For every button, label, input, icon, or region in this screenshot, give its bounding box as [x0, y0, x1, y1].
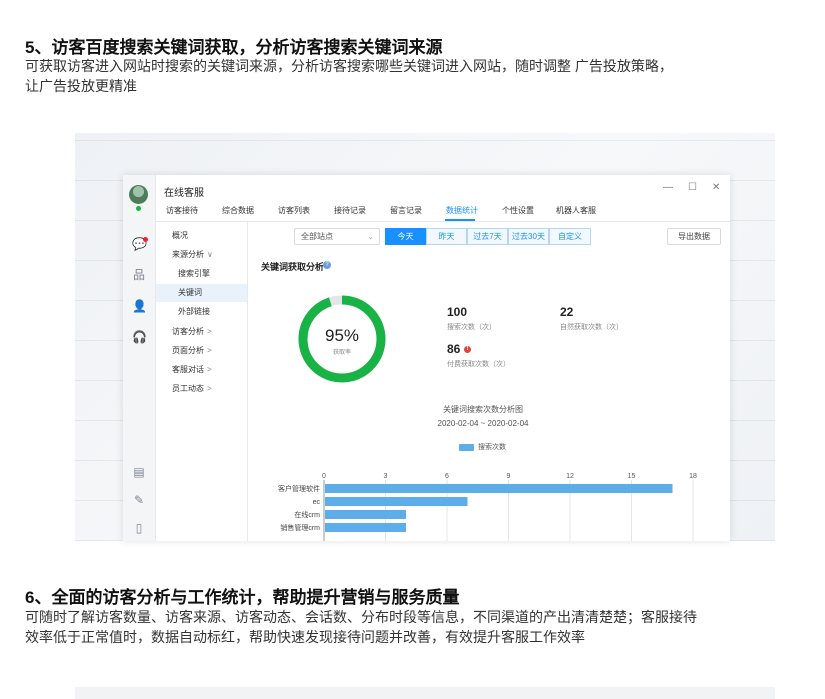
- file-icon[interactable]: ▯: [132, 521, 146, 535]
- subnav-item-page-analysis[interactable]: 页面分析 >: [156, 342, 247, 360]
- section-6-line-2: 效率低于正常值时，数据自动标红，帮助快速发现接待问题并改善，有效提升客服工作效率: [25, 629, 585, 645]
- x-tick-label: 15: [628, 473, 636, 480]
- subnav-item-external-links[interactable]: 外部链接: [156, 303, 247, 321]
- stat-organic-count: 22: [560, 305, 574, 319]
- bar: [325, 523, 406, 532]
- chevron-down-icon: ∨: [207, 250, 213, 259]
- tab-message-records[interactable]: 留言记录: [390, 205, 422, 216]
- y-tick-label: 客户管理软件: [278, 484, 320, 493]
- bar: [325, 484, 673, 493]
- rate-percent: 95%: [324, 326, 360, 345]
- legend-swatch: [459, 444, 474, 451]
- app-window: 💬 品 👤 🎧 ▤ ✎ ▯ 在线客服 — ☐ ✕ 访客接待 综合数据 访客列表 …: [123, 175, 730, 541]
- next-screenshot-edge: [75, 687, 775, 699]
- x-tick-label: 3: [384, 473, 388, 480]
- y-tick-label: ec: [313, 499, 321, 506]
- subnav-item-staff-activity[interactable]: 员工动态 >: [156, 380, 247, 398]
- rate-label: 获取率: [332, 350, 351, 356]
- chevron-right-icon: >: [207, 327, 212, 336]
- tab-reception-records[interactable]: 接待记录: [334, 205, 366, 216]
- y-tick-label: 销售管理crm: [280, 523, 320, 532]
- chevron-right-icon: >: [207, 346, 212, 355]
- range-today-button[interactable]: 今天: [385, 228, 426, 245]
- edit-icon[interactable]: ✎: [132, 493, 146, 507]
- tab-statistics[interactable]: 数据统计: [446, 205, 478, 216]
- section-5-line-2: 让广告投放更精准: [25, 78, 137, 94]
- chevron-right-icon: >: [207, 365, 212, 374]
- section-6-description: 可随时了解访客数量、访客来源、访客动态、会话数、分布时段等信息，不同渠道的产出清…: [25, 607, 805, 647]
- tab-visitor-list[interactable]: 访客列表: [278, 205, 310, 216]
- x-tick-label: 0: [322, 473, 326, 480]
- export-data-button[interactable]: 导出数据: [667, 228, 721, 245]
- online-status-dot: [136, 206, 141, 211]
- tab-visitor-reception[interactable]: 访客接待: [166, 205, 198, 216]
- bar: [325, 497, 468, 506]
- tab-robot-service[interactable]: 机器人客服: [556, 205, 596, 216]
- keyword-analysis-heading: 关键词获取分析: [261, 262, 325, 272]
- org-icon[interactable]: 品: [132, 268, 146, 282]
- contacts-icon[interactable]: 👤: [132, 299, 147, 313]
- y-tick-label: 在线crm: [294, 510, 320, 519]
- headset-icon[interactable]: 🎧: [132, 330, 147, 344]
- range-yesterday-button[interactable]: 昨天: [426, 228, 467, 245]
- app-title: 在线客服: [164, 188, 204, 199]
- site-select[interactable]: 全部站点 ⌄: [294, 228, 380, 245]
- tab-settings[interactable]: 个性设置: [502, 205, 534, 216]
- subnav-item-visitor-analysis[interactable]: 访客分析 >: [156, 323, 247, 341]
- range-7days-button[interactable]: 过去7天: [467, 228, 508, 245]
- subnav-item-agent-dialogs[interactable]: 客服对话 >: [156, 361, 247, 379]
- subnav-item-keywords[interactable]: 关键词: [156, 284, 247, 302]
- avatar[interactable]: [129, 185, 148, 204]
- left-icon-bar: 💬 品 👤 🎧 ▤ ✎ ▯: [123, 175, 156, 541]
- range-30days-button[interactable]: 过去30天: [508, 228, 549, 245]
- stat-search-count: 100: [447, 305, 468, 319]
- section-5-line-1: 可获取访客进入网站时搜索的关键词来源，分析访客搜索哪些关键词进入网站，随时调整 …: [25, 58, 673, 74]
- stat-paid-count-label: 付费获取次数（次）: [447, 361, 510, 368]
- legend-label: 搜索次数: [478, 444, 506, 451]
- chevron-right-icon: >: [207, 384, 212, 393]
- alert-icon: !: [464, 346, 471, 353]
- maximize-button[interactable]: ☐: [688, 182, 697, 193]
- section-5-title: 5、访客百度搜索关键词获取，分析访客搜索关键词来源: [25, 38, 443, 57]
- chart-title: 关键词搜索次数分析图: [443, 405, 523, 414]
- keyword-bar-chart: 0 3 6 9 12 15 18 客户管理软件 ec 在线crm 销售管理crm: [278, 473, 697, 541]
- doc-icon[interactable]: ▤: [132, 465, 146, 479]
- minimize-button[interactable]: —: [663, 182, 673, 193]
- bar: [325, 510, 406, 519]
- section-6-line-1: 可随时了解访客数量、访客来源、访客动态、会话数、分布时段等信息，不同渠道的产出清…: [25, 609, 697, 625]
- subnav-item-source-analysis[interactable]: 来源分析 ∨: [156, 246, 247, 264]
- info-icon[interactable]: ?: [323, 261, 331, 269]
- stats-subnav: 概况 来源分析 ∨ 搜索引擎 关键词 外部链接 访客分析 > 页面分析 > 客服对话 >…: [156, 222, 248, 541]
- x-tick-label: 18: [689, 473, 697, 480]
- stat-search-count-label: 搜索次数（次）: [447, 324, 496, 331]
- stat-paid-count: 86: [447, 342, 461, 356]
- range-custom-button[interactable]: 自定义: [549, 228, 591, 245]
- subnav-item-search-engine[interactable]: 搜索引擎: [156, 265, 247, 283]
- close-button[interactable]: ✕: [712, 182, 720, 193]
- subnav-item-overview[interactable]: 概况: [156, 227, 247, 245]
- section-6-title: 6、全面的访客分析与工作统计，帮助提升营销与服务质量: [25, 588, 460, 607]
- section-5-description: 可获取访客进入网站时搜索的关键词来源，分析访客搜索哪些关键词进入网站，随时调整 …: [25, 56, 805, 96]
- notification-dot: [143, 237, 148, 242]
- tab-overview-data[interactable]: 综合数据: [222, 205, 254, 216]
- stat-organic-count-label: 自然获取次数（次）: [560, 324, 623, 331]
- chevron-down-icon: ⌄: [367, 232, 374, 241]
- x-tick-label: 9: [507, 473, 511, 480]
- x-tick-label: 6: [445, 473, 449, 480]
- x-tick-label: 12: [566, 473, 574, 480]
- chart-date-range: 2020-02-04 ~ 2020-02-04: [437, 419, 529, 428]
